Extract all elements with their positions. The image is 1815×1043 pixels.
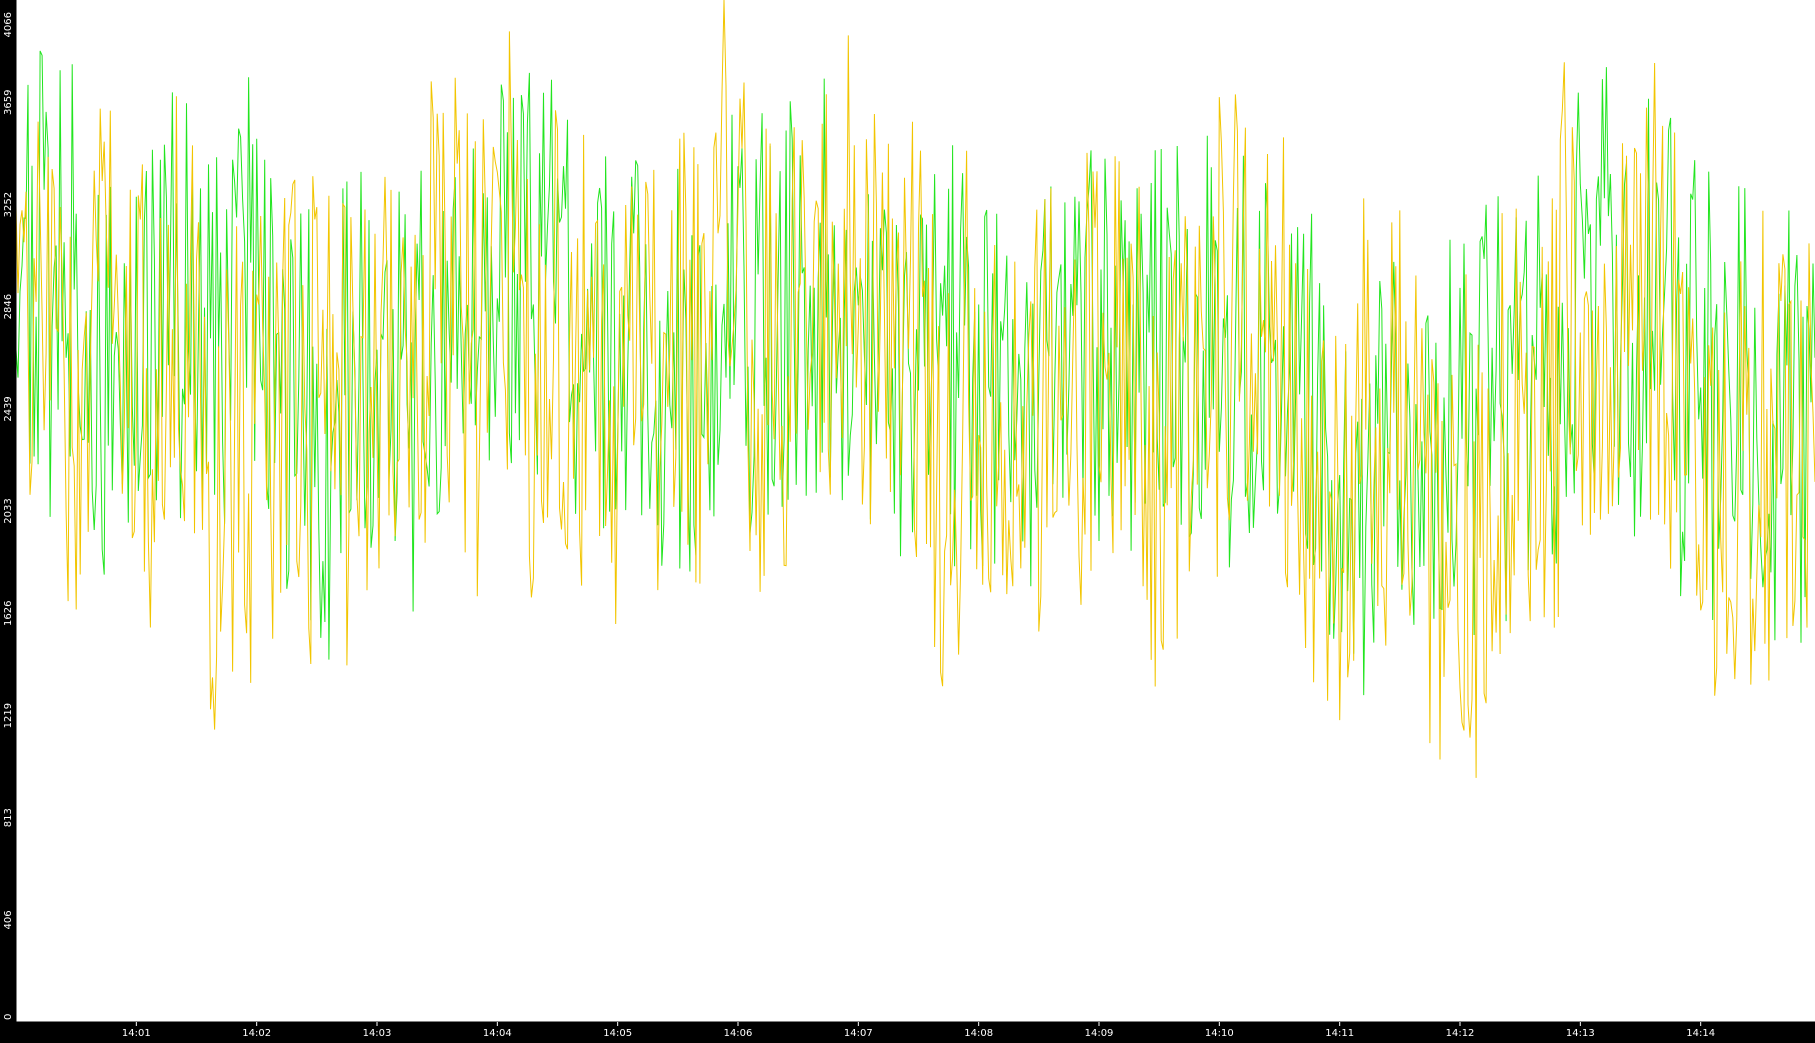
y-tick-label: 0	[3, 1014, 14, 1020]
x-tick-label: 14:13	[1566, 1028, 1595, 1039]
y-tick-label: 4066	[3, 12, 14, 37]
x-tick-label: 14:03	[363, 1028, 392, 1039]
x-tick-label: 14:02	[242, 1028, 271, 1039]
x-axis-ticks: 14:01 14:02 14:03 14:04 14:05 14:06 14:07 14:08…	[122, 1022, 1715, 1039]
chart-canvas: 0 406 813 1219 1626 2033 2439 2846 3252 3659 4066 …	[0, 0, 1815, 1039]
x-tick-label: 14:10	[1205, 1028, 1234, 1039]
x-tick-label: 14:11	[1325, 1028, 1354, 1039]
y-tick-label: 813	[3, 808, 14, 827]
y-tick-label: 1626	[3, 601, 14, 626]
x-tick-label: 14:05	[603, 1028, 632, 1039]
x-tick-label: 14:01	[122, 1028, 151, 1039]
y-tick-label: 406	[3, 910, 14, 929]
y-axis-ticks: 0 406 813 1219 1626 2033 2439 2846 3252 3659 4066	[3, 12, 14, 1020]
y-tick-label: 1219	[3, 703, 14, 728]
x-tick-label: 14:06	[724, 1028, 753, 1039]
y-tick-label: 3659	[3, 90, 14, 115]
x-tick-label: 14:07	[844, 1028, 873, 1039]
x-tick-label: 14:04	[483, 1028, 512, 1039]
x-tick-label: 14:12	[1446, 1028, 1475, 1039]
y-tick-label: 2033	[3, 498, 14, 523]
y-tick-label: 3252	[3, 192, 14, 217]
y-tick-label: 2439	[3, 396, 14, 421]
x-tick-label: 14:08	[964, 1028, 993, 1039]
y-tick-label: 2846	[3, 294, 14, 319]
x-tick-label: 14:09	[1085, 1028, 1114, 1039]
chart-svg: 040681312191626203324392846325236594066 …	[3, 0, 1815, 1039]
x-tick-label: 14:14	[1686, 1028, 1715, 1039]
